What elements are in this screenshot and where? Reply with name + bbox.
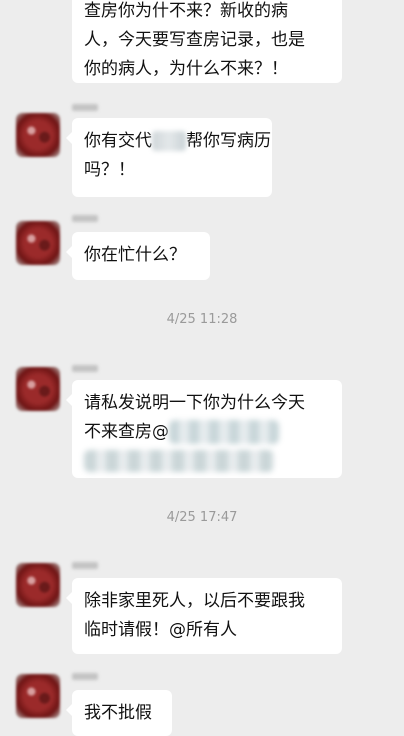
timestamp: 4/25 11:28: [166, 312, 238, 327]
message-bubble[interactable]: 你有交代 帮你写病历 吗？！: [66, 118, 272, 197]
message-text: 查房你为什不来？新收的病: [84, 1, 288, 21]
redacted-mention: [169, 420, 279, 444]
message-text: 除非家里死人，以后不要跟我: [84, 591, 305, 611]
message-bubble[interactable]: 我不批假: [66, 690, 172, 736]
sender-name: [72, 562, 98, 569]
avatar[interactable]: [16, 674, 60, 718]
message-bubble[interactable]: 你在忙什么？: [66, 232, 210, 280]
message-text: 你有交代: [84, 131, 152, 151]
sender-name: [72, 215, 98, 222]
sender-name: [72, 365, 98, 372]
avatar[interactable]: [16, 367, 60, 411]
redacted-name: [152, 131, 186, 151]
message-text: 你在忙什么？: [84, 245, 186, 265]
message-bubble[interactable]: 请私发说明一下你为什么今天 不来查房@: [66, 380, 342, 478]
message-text: 请私发说明一下你为什么今天: [84, 393, 305, 413]
sender-name: [72, 673, 98, 680]
message-text: 吗？！: [84, 160, 135, 180]
message-text: 人，今天要写查房记录，也是: [84, 30, 305, 50]
message-text: 不来查房@: [84, 422, 169, 442]
message-text: 临时请假！@所有人: [84, 620, 237, 640]
message-text: 你的病人，为什么不来？！: [84, 59, 288, 79]
message-bubble[interactable]: 查房你为什不来？新收的病 人，今天要写查房记录，也是 你的病人，为什么不来？！: [72, 0, 342, 83]
avatar[interactable]: [16, 113, 60, 157]
sender-name: [72, 104, 98, 111]
avatar[interactable]: [16, 563, 60, 607]
message-text: 我不批假: [84, 703, 152, 723]
timestamp: 4/25 17:47: [166, 510, 238, 525]
message-text: 帮你写病历: [186, 131, 271, 151]
avatar[interactable]: [16, 221, 60, 265]
redacted-mention: [84, 450, 274, 472]
chat-message-list: 查房你为什不来？新收的病 人，今天要写查房记录，也是 你的病人，为什么不来？！ …: [0, 0, 404, 736]
message-bubble[interactable]: 除非家里死人，以后不要跟我 临时请假！@所有人: [66, 578, 342, 654]
